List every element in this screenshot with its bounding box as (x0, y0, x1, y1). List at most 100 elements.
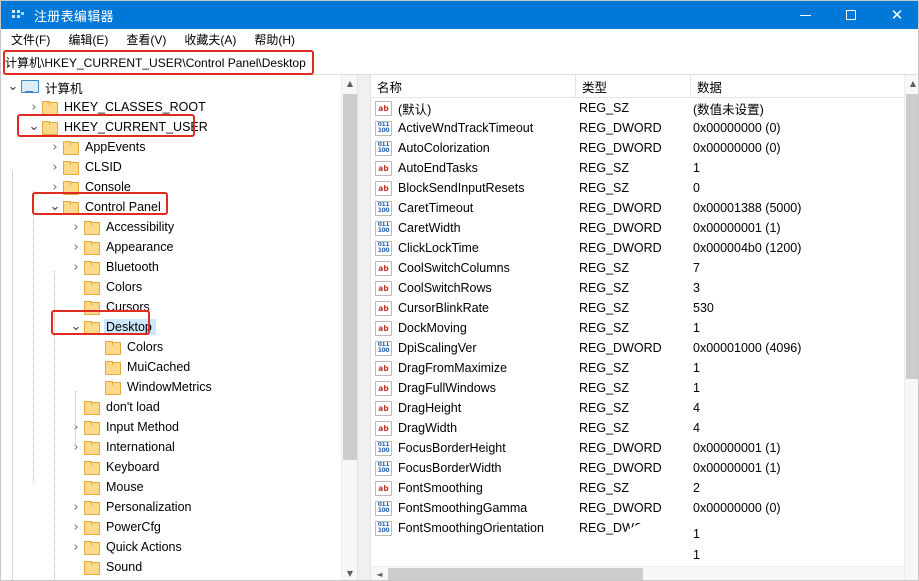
menu-item-file[interactable]: 文件(F) (3, 29, 58, 50)
folder-icon (42, 101, 57, 114)
chevron-right-icon[interactable]: › (47, 159, 63, 175)
table-row[interactable]: 011100CaretTimeoutREG_DWORD0x00001388 (5… (371, 198, 904, 218)
table-row[interactable]: 011100FontSmoothingGammaREG_DWORD0x00000… (371, 498, 904, 518)
table-row[interactable]: ab(默认)REG_SZ(数值未设置) (371, 98, 904, 118)
menu-item-favorites[interactable]: 收藏夫(A) (176, 29, 244, 50)
tree-scroll-up-button[interactable]: ▲ (342, 75, 357, 92)
tree-node-clsid[interactable]: ›CLSID (1, 157, 341, 177)
cell-value-data: 0x00000001 (1) (689, 221, 904, 235)
tree-node-keyboard[interactable]: Keyboard (1, 457, 341, 477)
chevron-down-icon[interactable]: ⌄ (26, 119, 42, 135)
tree-node-desktop[interactable]: ⌄Desktop (1, 317, 341, 337)
tree-node-colors[interactable]: Colors (1, 277, 341, 297)
list-vertical-scrollbar[interactable]: ▲ (904, 75, 919, 581)
tree-node-mouse[interactable]: Mouse (1, 477, 341, 497)
table-row[interactable]: 011100AutoColorizationREG_DWORD0x0000000… (371, 138, 904, 158)
menu-item-view[interactable]: 查看(V) (118, 29, 174, 50)
table-row[interactable]: abCursorBlinkRateREG_SZ530 (371, 298, 904, 318)
list-horizontal-scrollbar[interactable]: ◄ (371, 566, 904, 581)
table-row[interactable]: abBlockSendInputResetsREG_SZ0 (371, 178, 904, 198)
registry-tree-panel: ⌄计算机›HKEY_CLASSES_ROOT⌄HKEY_CURRENT_USER… (1, 75, 357, 581)
tree-node-muicached[interactable]: MuiCached (1, 357, 341, 377)
table-row[interactable]: abCoolSwitchColumnsREG_SZ7 (371, 258, 904, 278)
chevron-down-icon[interactable]: ⌄ (68, 319, 84, 335)
table-row[interactable]: abDragWidthREG_SZ4 (371, 418, 904, 438)
tree-node-label: Accessibility (104, 219, 178, 235)
table-row[interactable]: 011100FontSmoothingOrientationREG_DWC (371, 518, 904, 538)
table-row[interactable]: abDragFromMaximizeREG_SZ1 (371, 358, 904, 378)
cell-value-name: CoolSwitchColumns (398, 261, 576, 275)
registry-tree[interactable]: ⌄计算机›HKEY_CLASSES_ROOT⌄HKEY_CURRENT_USER… (1, 75, 341, 581)
tree-node-console[interactable]: ›Console (1, 177, 341, 197)
tree-node-don-t-load[interactable]: don't load (1, 397, 341, 417)
minimize-button[interactable] (782, 1, 828, 29)
tree-node-windowmetrics[interactable]: WindowMetrics (1, 377, 341, 397)
maximize-button[interactable] (828, 1, 874, 29)
tree-vertical-scrollbar[interactable]: ▲ ▼ (341, 75, 357, 581)
tree-node-accessibility[interactable]: › Accessibility (1, 217, 341, 237)
table-row[interactable]: abFontSmoothingREG_SZ2 (371, 478, 904, 498)
tree-node-[interactable]: ⌄计算机 (1, 77, 341, 97)
list-scroll-up-button[interactable]: ▲ (905, 75, 919, 92)
tree-node-cursors[interactable]: Cursors (1, 297, 341, 317)
chevron-right-icon[interactable]: › (68, 239, 84, 255)
chevron-right-icon[interactable]: › (26, 99, 42, 115)
menu-item-edit[interactable]: 编辑(E) (60, 29, 116, 50)
column-header-data[interactable]: 数据 (691, 75, 904, 98)
table-row[interactable]: 011100DpiScalingVerREG_DWORD0x00001000 (… (371, 338, 904, 358)
tree-scroll-down-button[interactable]: ▼ (342, 565, 357, 581)
tree-scroll-thumb[interactable] (343, 94, 357, 460)
address-bar[interactable]: 计算机\HKEY_CURRENT_USER\Control Panel\Desk… (1, 50, 919, 75)
chevron-right-icon[interactable]: › (68, 539, 84, 555)
table-row[interactable]: abAutoEndTasksREG_SZ1 (371, 158, 904, 178)
column-header-name[interactable]: 名称 (371, 75, 576, 98)
dword-value-icon: 011100 (375, 461, 392, 476)
tree-node-powercfg[interactable]: ›PowerCfg (1, 517, 341, 537)
table-row[interactable]: 011100FocusBorderHeightREG_DWORD0x000000… (371, 438, 904, 458)
chevron-right-icon[interactable]: › (47, 179, 63, 195)
folder-icon (84, 281, 99, 294)
tree-node-colors[interactable]: Colors (1, 337, 341, 357)
chevron-right-icon[interactable]: › (68, 259, 84, 275)
panel-splitter[interactable] (357, 75, 371, 581)
chevron-right-icon[interactable]: › (68, 419, 84, 435)
hscroll-thumb[interactable] (388, 568, 643, 581)
cell-value-name: AutoColorization (398, 141, 576, 155)
folder-icon (84, 241, 99, 254)
tree-node-appevents[interactable]: ›AppEvents (1, 137, 341, 157)
tree-node-hkey-current-user[interactable]: ⌄HKEY_CURRENT_USER (1, 117, 341, 137)
hscroll-left-button[interactable]: ◄ (371, 567, 388, 581)
chevron-down-icon[interactable]: ⌄ (5, 79, 21, 95)
table-row[interactable]: 011100CaretWidthREG_DWORD0x00000001 (1) (371, 218, 904, 238)
tree-node-input-method[interactable]: ›Input Method (1, 417, 341, 437)
table-row[interactable]: abDragHeightREG_SZ4 (371, 398, 904, 418)
list-scroll-thumb[interactable] (906, 94, 919, 379)
chevron-right-icon[interactable]: › (47, 139, 63, 155)
table-row[interactable]: 011100ActiveWndTrackTimeoutREG_DWORD0x00… (371, 118, 904, 138)
folder-icon (63, 161, 78, 174)
tree-node-personalization[interactable]: ›Personalization (1, 497, 341, 517)
dword-value-icon: 011100 (375, 501, 392, 516)
table-row[interactable]: 011100FocusBorderWidthREG_DWORD0x0000000… (371, 458, 904, 478)
tree-node-appearance[interactable]: ›Appearance (1, 237, 341, 257)
table-row[interactable]: 011100ClickLockTimeREG_DWORD0x000004b0 (… (371, 238, 904, 258)
column-header-type[interactable]: 类型 (576, 75, 691, 98)
chevron-down-icon[interactable]: ⌄ (47, 199, 63, 215)
tree-node-international[interactable]: ›International (1, 437, 341, 457)
table-row[interactable]: abDockMovingREG_SZ1 (371, 318, 904, 338)
chevron-right-icon[interactable]: › (68, 219, 84, 235)
tree-node-sound[interactable]: Sound (1, 557, 341, 577)
chevron-right-icon[interactable]: › (68, 499, 84, 515)
cell-value-name: DragFromMaximize (398, 361, 576, 375)
chevron-right-icon[interactable]: › (68, 519, 84, 535)
table-row[interactable]: abCoolSwitchRowsREG_SZ3 (371, 278, 904, 298)
tree-node-hkey-classes-root[interactable]: ›HKEY_CLASSES_ROOT (1, 97, 341, 117)
table-row[interactable]: abDragFullWindowsREG_SZ1 (371, 378, 904, 398)
menu-item-help[interactable]: 帮助(H) (246, 29, 303, 50)
chevron-right-icon[interactable]: › (68, 439, 84, 455)
tree-node-control-panel[interactable]: ⌄Control Panel (1, 197, 341, 217)
tree-node-quick-actions[interactable]: ›Quick Actions (1, 537, 341, 557)
registry-values-list[interactable]: ab(默认)REG_SZ(数值未设置)011100ActiveWndTrackT… (371, 98, 904, 560)
tree-node-bluetooth[interactable]: ›Bluetooth (1, 257, 341, 277)
close-button[interactable]: ✕ (874, 1, 919, 29)
